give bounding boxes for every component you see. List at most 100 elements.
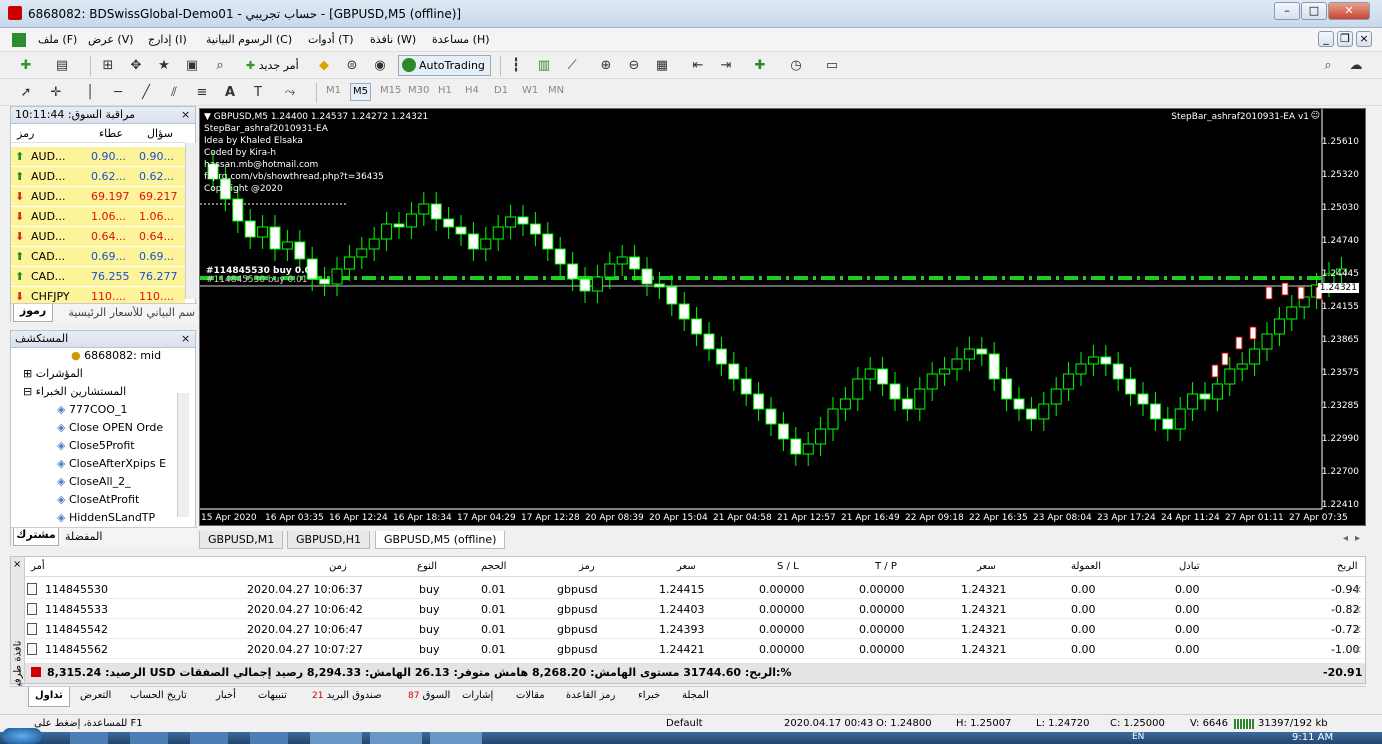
order-row[interactable]: 114845542 2020.04.27 10:06:47 buy 0.01 gbpus… (25, 619, 1365, 639)
autoscroll-icon[interactable]: ⇤ (688, 57, 708, 75)
tab-common[interactable]: مشترك (13, 528, 59, 546)
fibonacci-icon[interactable]: ≡ (192, 84, 212, 102)
expert-item[interactable]: ◈ CloseAfterXpips E (57, 455, 175, 473)
timeframe-m30[interactable]: M30 (408, 85, 429, 96)
expert-item[interactable]: ◈ HiddenSLandTP (57, 509, 175, 527)
timeframe-h4[interactable]: H4 (465, 85, 479, 96)
close-icon[interactable]: × (181, 331, 190, 347)
expert-item[interactable]: ◈ 777COO_1 (57, 401, 175, 419)
scroll-right-icon[interactable]: ▸ (1355, 533, 1360, 544)
child-restore-button[interactable]: ❐ (1337, 31, 1353, 47)
market-watch-scrollbar[interactable] (185, 143, 196, 299)
col-symbol[interactable]: رمز (579, 561, 595, 572)
menu-view[interactable]: عرض (V) (88, 33, 134, 46)
tab-chart-h1[interactable]: GBPUSD,H1 (287, 531, 370, 549)
tile-windows-icon[interactable]: ▦ (652, 57, 672, 75)
collapse-icon[interactable]: ⊟ (23, 385, 32, 398)
tab-favorites[interactable]: المفضلة (65, 530, 102, 543)
col-price2[interactable]: سعر (977, 561, 996, 572)
scroll-left-icon[interactable]: ◂ (1343, 533, 1348, 544)
expert-item[interactable]: ◈ Close OPEN Orde (57, 419, 175, 437)
order-row[interactable]: 114845530 2020.04.27 10:06:37 buy 0.01 gbpus… (25, 579, 1365, 599)
expand-icon[interactable]: ⊞ (23, 367, 32, 380)
col-time[interactable]: زمن (329, 561, 347, 572)
col-sl[interactable]: S / L (777, 561, 799, 572)
bar-chart-icon[interactable]: ┇ (506, 57, 526, 75)
market-watch-row[interactable]: ⬇ AUD... 69.197 69.217 (11, 187, 185, 207)
tab-mailbox[interactable]: صندوق البريد 21 (312, 690, 382, 701)
taskbar-item[interactable] (370, 732, 422, 744)
navigator-icon[interactable]: ★ (154, 57, 174, 75)
tab-alerts[interactable]: تنبيهات (258, 690, 287, 701)
taskbar-item[interactable] (130, 732, 168, 744)
close-order-icon[interactable]: × (1353, 623, 1362, 636)
expert-item[interactable]: ◈ CloseAtProfit (57, 491, 175, 509)
timeframe-w1[interactable]: W1 (522, 85, 538, 96)
periods-icon[interactable]: ◷ (786, 57, 806, 75)
start-button[interactable] (2, 728, 42, 744)
column-symbol[interactable]: رمز (17, 127, 34, 140)
autotrading-button[interactable]: AutoTrading (398, 55, 491, 76)
close-order-icon[interactable]: × (1353, 603, 1362, 616)
tab-symbols[interactable]: رموز (13, 304, 53, 322)
tab-news[interactable]: أخبار (216, 690, 236, 701)
crosshair-icon[interactable]: ✛ (46, 84, 66, 102)
market-watch-row[interactable]: ⬆ CAD... 0.69... 0.69... (11, 247, 185, 267)
tab-exposure[interactable]: التعرض (80, 690, 111, 701)
strategy-tester-icon[interactable]: ⌕ (210, 57, 230, 75)
open-data-icon[interactable]: ⊜ (342, 57, 362, 75)
tab-code-base[interactable]: رمز القاعدة (566, 690, 615, 701)
close-order-icon[interactable]: × (1353, 643, 1362, 656)
col-tp[interactable]: T / P (875, 561, 897, 572)
timeframe-m1[interactable]: M1 (326, 85, 341, 96)
tree-indicators[interactable]: ⊞ المؤشرات (23, 365, 83, 383)
child-close-button[interactable]: × (1356, 31, 1372, 47)
chat-icon[interactable]: ☁ (1346, 57, 1366, 75)
zoom-out-icon[interactable]: ⊖ (624, 57, 644, 75)
trendline-icon[interactable]: ╱ (136, 84, 156, 102)
terminal-icon[interactable]: ▣ (182, 57, 202, 75)
market-watch-row[interactable]: ⬆ AUD... 0.90... 0.90... (11, 147, 185, 167)
menu-charts[interactable]: الرسوم البيانية (C) (206, 33, 292, 46)
market-watch-row[interactable]: ⬇ AUD... 0.64... 0.64... (11, 227, 185, 247)
text-label-icon[interactable]: T (248, 84, 268, 102)
equidistant-channel-icon[interactable]: ⫽ (164, 84, 184, 102)
close-button[interactable]: ✕ (1328, 2, 1370, 20)
tab-chart-m5[interactable]: GBPUSD,M5 (offline) (375, 531, 506, 549)
close-order-icon[interactable]: × (1353, 583, 1362, 596)
expert-item[interactable]: ◈ Close5Profit (57, 437, 175, 455)
language-indicator[interactable]: EN (1132, 732, 1144, 742)
zoom-in-icon[interactable]: ⊕ (596, 57, 616, 75)
child-minimize-button[interactable]: _ (1318, 31, 1334, 47)
tab-market[interactable]: السوق 87 (408, 690, 450, 701)
column-bid[interactable]: عطاء (99, 127, 123, 140)
tab-journal[interactable]: المجلة (682, 690, 709, 701)
menu-file[interactable]: ملف (F) (38, 33, 77, 46)
menu-tools[interactable]: أدوات (T) (308, 33, 354, 46)
arrows-icon[interactable]: ⤳ (280, 84, 300, 102)
chart-shift-icon[interactable]: ⇥ (716, 57, 736, 75)
col-commission[interactable]: العمولة (1071, 561, 1101, 572)
tab-signals[interactable]: إشارات (462, 690, 493, 701)
tab-experts[interactable]: خبراء (638, 690, 660, 701)
timeframe-mn[interactable]: MN (548, 85, 564, 96)
line-chart-icon[interactable]: ⟋ (562, 57, 582, 75)
column-ask[interactable]: سؤال (147, 127, 173, 140)
tab-tick-chart[interactable]: سم البياني للأسعار الرئيسية (57, 306, 195, 319)
tab-account-history[interactable]: تاريخ الحساب (130, 690, 187, 701)
candlestick-icon[interactable]: ▥ (534, 57, 554, 75)
market-watch-icon[interactable]: ⊞ (98, 57, 118, 75)
order-row[interactable]: 114845533 2020.04.27 10:06:42 buy 0.01 gbpus… (25, 599, 1365, 619)
horizontal-line-icon[interactable]: ─ (108, 84, 128, 102)
taskbar-item[interactable] (190, 732, 228, 744)
market-watch-row[interactable]: ⬇ AUD... 1.06... 1.06... (11, 207, 185, 227)
new-order-button[interactable]: ✚ أمر جديد (246, 57, 299, 75)
col-order[interactable]: أمر (31, 561, 45, 572)
market-watch-row[interactable]: ⬆ AUD... 0.62... 0.62... (11, 167, 185, 187)
order-row[interactable]: 114845562 2020.04.27 10:07:27 buy 0.01 gbpus… (25, 639, 1365, 659)
tab-trade[interactable]: تداول (28, 687, 70, 707)
timeframe-m15[interactable]: M15 (380, 85, 401, 96)
tab-articles[interactable]: مقالات (516, 690, 545, 701)
minimize-button[interactable]: – (1274, 2, 1300, 20)
menu-insert[interactable]: إدارج (I) (148, 33, 187, 46)
